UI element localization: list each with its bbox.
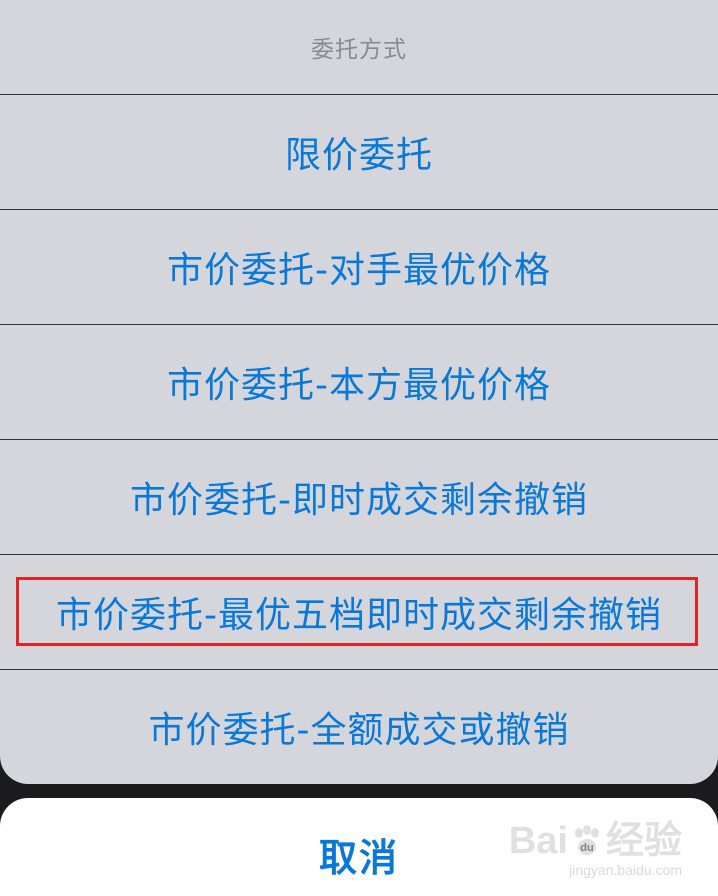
screen: 委托方式 限价委托 市价委托-对手最优价格 市价委托-本方最优价格 市价委托-即… xyxy=(0,0,718,896)
option-label: 市价委托-最优五档即时成交剩余撤销 xyxy=(56,595,662,636)
option-limit-order[interactable]: 限价委托 xyxy=(0,95,718,210)
option-market-own-best[interactable]: 市价委托-本方最优价格 xyxy=(0,325,718,440)
action-sheet-title: 委托方式 xyxy=(0,0,718,95)
cancel-button-label: 取消 xyxy=(318,835,399,880)
action-sheet-title-text: 委托方式 xyxy=(311,37,407,63)
option-label: 市价委托-对手最优价格 xyxy=(167,250,551,291)
cancel-sheet: 取消 xyxy=(0,798,718,896)
option-market-fill-or-kill[interactable]: 市价委托-全额成交或撤销 xyxy=(0,670,718,784)
option-label: 限价委托 xyxy=(284,135,433,176)
option-label: 市价委托-全额成交或撤销 xyxy=(148,710,570,751)
option-market-best-five-immediate-cancel-rest[interactable]: 市价委托-最优五档即时成交剩余撤销 xyxy=(0,555,718,670)
option-market-immediate-cancel-rest[interactable]: 市价委托-即时成交剩余撤销 xyxy=(0,440,718,555)
option-label: 市价委托-即时成交剩余撤销 xyxy=(130,480,588,521)
cancel-button[interactable]: 取消 xyxy=(0,798,718,896)
option-label: 市价委托-本方最优价格 xyxy=(167,365,551,406)
option-market-counterparty-best[interactable]: 市价委托-对手最优价格 xyxy=(0,210,718,325)
action-sheet: 委托方式 限价委托 市价委托-对手最优价格 市价委托-本方最优价格 市价委托-即… xyxy=(0,0,718,784)
